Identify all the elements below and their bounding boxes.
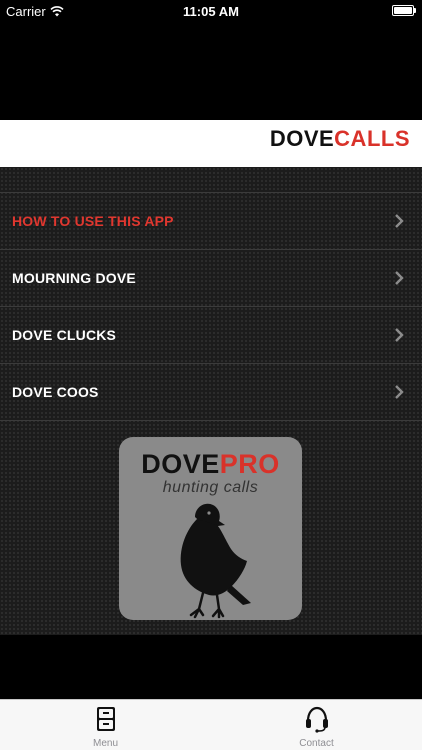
menu-item-how-to-use[interactable]: HOW TO USE THIS APP <box>0 193 422 250</box>
tab-bar: Menu Contact <box>0 699 422 750</box>
header-title: DOVECALLS <box>270 126 410 152</box>
headset-icon <box>305 706 328 733</box>
app-screen: Carrier 11:05 AM DOVECALLS HOW TO USE TH… <box>0 0 422 750</box>
logo-subtitle: hunting calls <box>162 479 259 496</box>
battery-icon <box>392 5 416 16</box>
logo-title-dove: DOVE <box>141 449 220 479</box>
menu-item-dove-coos[interactable]: DOVE COOS <box>0 364 422 421</box>
dove-silhouette-icon <box>180 503 251 619</box>
main-content: HOW TO USE THIS APP MOURNING DOVE DOVE C… <box>0 167 422 635</box>
menu-item-label: HOW TO USE THIS APP <box>12 213 174 229</box>
header-title-dove: DOVE <box>269 126 335 151</box>
status-time: 11:05 AM <box>183 4 239 19</box>
chevron-right-icon <box>395 328 404 342</box>
header-banner: DOVECALLS <box>0 120 422 167</box>
menu-item-mourning-dove[interactable]: MOURNING DOVE <box>0 250 422 307</box>
status-bar: Carrier 11:05 AM <box>0 0 422 22</box>
menu-item-dove-clucks[interactable]: DOVE CLUCKS <box>0 307 422 364</box>
app-logo[interactable]: DOVEPRO hunting calls <box>119 437 302 620</box>
header-title-calls: CALLS <box>334 126 410 151</box>
tab-contact-label: Contact <box>299 738 334 749</box>
logo-title: DOVEPRO <box>119 449 302 480</box>
menu-item-label: DOVE COOS <box>12 384 99 400</box>
chevron-right-icon <box>395 271 404 285</box>
tab-contact[interactable]: Contact <box>211 700 422 750</box>
tab-menu[interactable]: Menu <box>0 700 211 750</box>
tab-menu-label: Menu <box>92 738 118 749</box>
chevron-right-icon <box>395 214 404 228</box>
logo-title-pro: PRO <box>219 449 280 479</box>
file-cabinet-icon <box>96 707 115 731</box>
main-menu: HOW TO USE THIS APP MOURNING DOVE DOVE C… <box>0 192 422 421</box>
chevron-right-icon <box>395 385 404 399</box>
menu-item-label: DOVE CLUCKS <box>12 327 117 343</box>
menu-item-label: MOURNING DOVE <box>12 270 136 286</box>
